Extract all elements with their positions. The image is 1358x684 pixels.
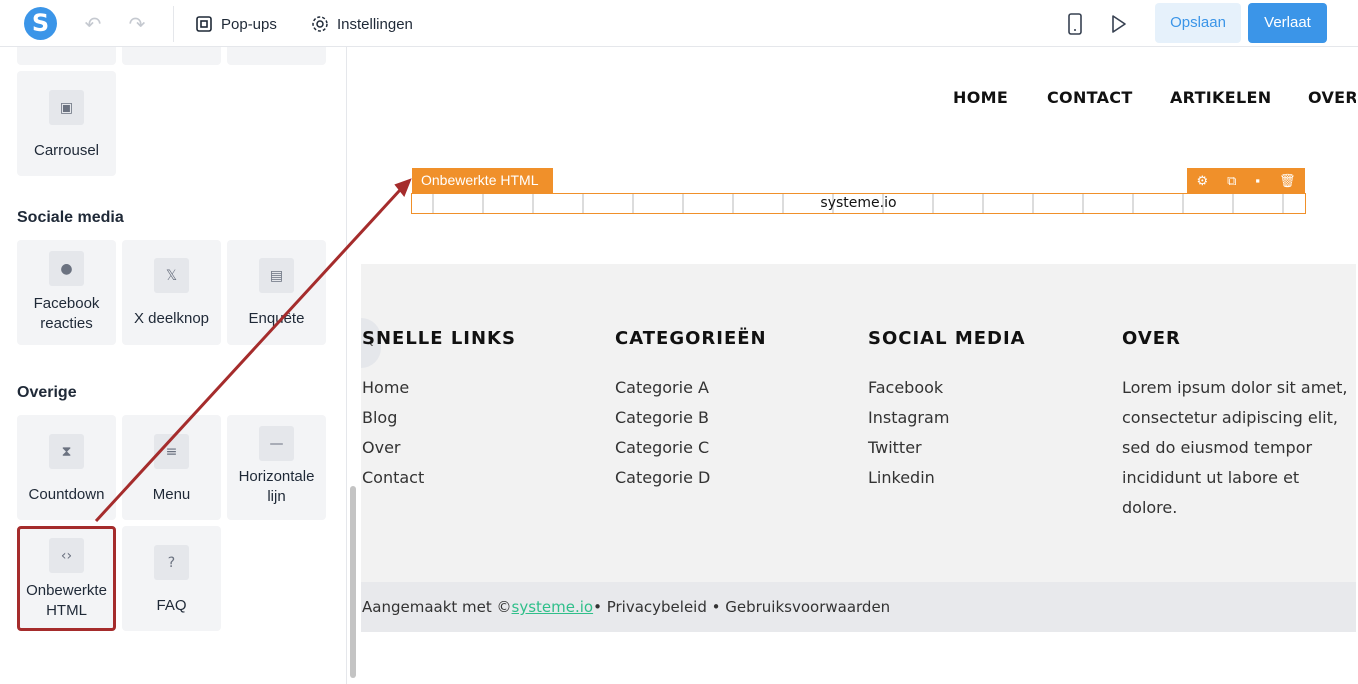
footer-title-quick-links: SNELLE LINKS <box>362 328 516 349</box>
footer-link[interactable]: Categorie C <box>615 438 709 457</box>
section-title-other: Overige <box>17 384 77 401</box>
footer-link[interactable]: Facebook <box>868 378 943 397</box>
copyright-suffix[interactable]: • Privacybeleid • Gebruiksvoorwaarden <box>593 598 890 616</box>
trash-icon[interactable]: 🗑 <box>1279 173 1296 189</box>
card-label: Countdown <box>28 486 105 503</box>
question-icon: ? <box>154 545 189 580</box>
footer-title-categories: CATEGORIEËN <box>615 328 767 349</box>
save-icon[interactable]: ▪ <box>1255 173 1260 188</box>
popups-label: Pop-ups <box>221 15 277 33</box>
card-label: FAQ <box>156 597 187 614</box>
undo-icon[interactable]: ↶ <box>81 12 105 36</box>
footer-link[interactable]: Blog <box>362 408 397 427</box>
horizontal-line-card[interactable]: — Horizontale lijn <box>227 415 326 520</box>
card-label: Horizontale lijn <box>238 468 315 505</box>
systeme-link[interactable]: systeme.io <box>512 598 594 616</box>
gear-icon[interactable]: ⚙ <box>1196 173 1208 189</box>
elements-sidebar: ▣ Carrousel Sociale media ● Facebook rea… <box>0 47 347 684</box>
code-icon: ‹› <box>49 538 84 573</box>
footer-link[interactable]: Home <box>362 378 409 397</box>
gear-icon <box>312 16 328 32</box>
footer-link[interactable]: Linkedin <box>868 468 935 487</box>
footer-about-text: Lorem ipsum dolor sit amet, <box>1122 378 1348 397</box>
divider <box>173 6 174 42</box>
raw-html-card[interactable]: ‹› Onbewerkte HTML <box>17 526 116 631</box>
html-element[interactable]: systeme.io <box>411 193 1306 214</box>
menu-card[interactable]: ≡ Menu <box>122 415 221 520</box>
menu-icon: ≡ <box>154 434 189 469</box>
hourglass-icon: ⧗ <box>49 434 84 469</box>
leave-button[interactable]: Verlaat <box>1248 3 1327 43</box>
footer-link[interactable]: Categorie A <box>615 378 709 397</box>
countdown-card[interactable]: ⧗ Countdown <box>17 415 116 520</box>
survey-card[interactable]: ▤ Enquête <box>227 240 326 345</box>
footer-link[interactable]: Categorie D <box>615 468 710 487</box>
element-card[interactable] <box>227 47 326 65</box>
top-bar: S ↶ ↷ Pop-ups Instellingen Opslaan Verla… <box>0 0 1358 47</box>
card-label: Carrousel <box>33 142 100 159</box>
footer-link[interactable]: Contact <box>362 468 424 487</box>
mobile-preview-icon[interactable] <box>1067 13 1083 35</box>
facebook-icon: ● <box>49 251 84 286</box>
html-element-toolbar: ⚙ ⧉ ▪ 🗑 <box>1187 168 1305 193</box>
survey-icon: ▤ <box>259 258 294 293</box>
footer-link[interactable]: Twitter <box>868 438 922 457</box>
footer-link[interactable]: Over <box>362 438 400 457</box>
redo-icon[interactable]: ↷ <box>125 12 149 36</box>
html-element-text: systeme.io <box>820 195 897 211</box>
facebook-comments-card[interactable]: ● Facebook reacties <box>17 240 116 345</box>
x-share-card[interactable]: 𝕏 X deelknop <box>122 240 221 345</box>
footer-about-text: sed do eiusmod tempor <box>1122 438 1313 457</box>
footer-copyright: Aangemaakt met ©systeme.io• Privacybelei… <box>362 598 890 616</box>
popup-icon <box>196 16 212 32</box>
sidebar-scrollbar[interactable] <box>350 486 356 678</box>
footer-about-text: dolore. <box>1122 498 1178 517</box>
carousel-card[interactable]: ▣ Carrousel <box>17 71 116 176</box>
card-label: X deelknop <box>133 310 210 327</box>
footer-link[interactable]: Categorie B <box>615 408 709 427</box>
card-label: Enquête <box>248 310 305 327</box>
popups-button[interactable]: Pop-ups <box>195 12 277 36</box>
card-label: Facebook reacties <box>33 295 100 332</box>
section-title-social: Sociale media <box>17 209 124 226</box>
settings-button[interactable]: Instellingen <box>311 12 413 36</box>
footer-title-social: SOCIAL MEDIA <box>868 328 1026 349</box>
nav-contact[interactable]: CONTACT <box>1047 88 1133 107</box>
nav-home[interactable]: HOME <box>953 88 1008 107</box>
nav-articles[interactable]: ARTIKELEN <box>1170 88 1271 107</box>
footer-link[interactable]: Instagram <box>868 408 949 427</box>
save-button[interactable]: Opslaan <box>1155 3 1241 43</box>
nav-about[interactable]: OVER <box>1308 88 1356 107</box>
element-card[interactable] <box>17 47 116 65</box>
play-preview-icon[interactable] <box>1110 14 1128 34</box>
copyright-prefix: Aangemaakt met © <box>362 598 512 616</box>
footer-about-text: consectetur adipiscing elit, <box>1122 408 1338 427</box>
html-element-tag[interactable]: Onbewerkte HTML <box>412 168 553 193</box>
x-icon: 𝕏 <box>154 258 189 293</box>
settings-label: Instellingen <box>337 15 413 33</box>
footer-about-text: incididunt ut labore et <box>1122 468 1300 487</box>
faq-card[interactable]: ? FAQ <box>122 526 221 631</box>
carousel-icon: ▣ <box>49 90 84 125</box>
duplicate-icon[interactable]: ⧉ <box>1227 173 1236 189</box>
card-label: Onbewerkte HTML <box>26 582 107 619</box>
horizontal-line-icon: — <box>259 426 294 461</box>
logo[interactable]: S <box>24 7 57 40</box>
card-label: Menu <box>152 486 191 503</box>
footer-title-about: OVER <box>1122 328 1181 349</box>
element-card[interactable] <box>122 47 221 65</box>
